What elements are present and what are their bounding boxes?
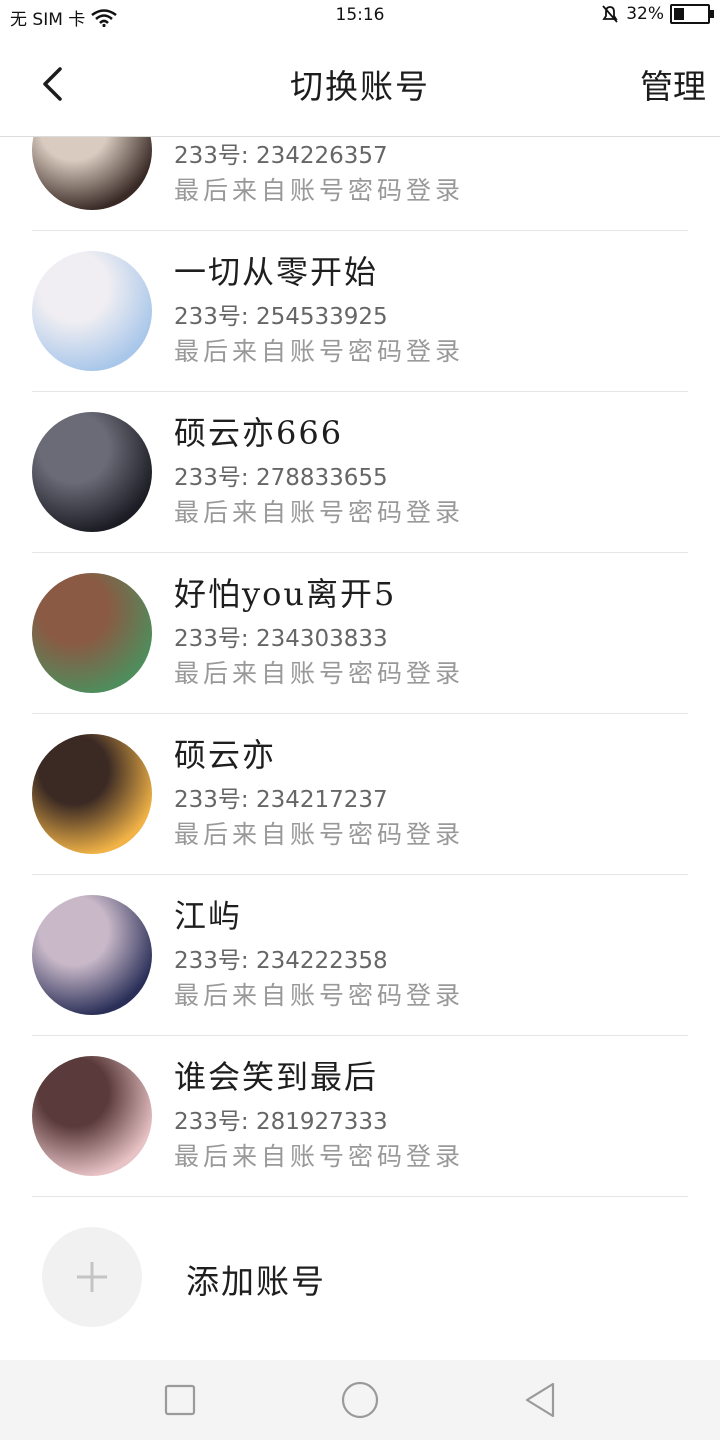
account-id: 233号: 278833655 (174, 465, 388, 491)
recent-apps-button[interactable] (150, 1370, 210, 1430)
account-item[interactable]: 硕云亦666 233号: 278833655 最后来自账号密码登录 (32, 392, 688, 553)
avatar (32, 412, 152, 532)
account-name: 硕云亦 (174, 736, 277, 774)
bell-muted-icon (602, 5, 618, 23)
header: 切换账号 管理 (0, 34, 720, 137)
status-bar: 无 SIM 卡 15:16 32% (0, 0, 720, 34)
avatar (32, 573, 152, 693)
page-title: 切换账号 (290, 67, 430, 106)
account-item[interactable]: 硕云亦 233号: 234217237 最后来自账号密码登录 (32, 714, 688, 875)
login-source: 最后来自账号密码登录 (174, 498, 465, 527)
account-id: 233号: 234217237 (174, 787, 388, 813)
account-name: 硕云亦666 (174, 414, 344, 452)
login-source: 最后来自账号密码登录 (174, 981, 465, 1010)
account-item[interactable]: 江屿 233号: 234222358 最后来自账号密码登录 (32, 875, 688, 1036)
account-id: 233号: 254533925 (174, 304, 388, 330)
battery-fill (674, 8, 685, 20)
account-name: 好怕you离开5 (174, 575, 397, 613)
battery-icon (670, 4, 714, 24)
add-account-button[interactable]: 添加账号 (32, 1197, 688, 1357)
login-source: 最后来自账号密码登录 (174, 1142, 465, 1171)
account-id: 233号: 234303833 (174, 626, 388, 652)
avatar (32, 251, 152, 371)
avatar (32, 895, 152, 1015)
account-name: 一切从零开始 (174, 253, 379, 291)
navigation-bar (0, 1360, 720, 1440)
avatar (32, 137, 152, 210)
home-button[interactable] (330, 1370, 390, 1430)
status-right: 32% (600, 4, 714, 24)
add-circle (42, 1227, 142, 1327)
account-item[interactable]: 233号: 234226357 最后来自账号密码登录 (32, 137, 688, 231)
back-triangle-icon (525, 1382, 555, 1418)
add-account-label: 添加账号 (186, 1262, 326, 1301)
account-item[interactable]: 一切从零开始 233号: 254533925 最后来自账号密码登录 (32, 231, 688, 392)
account-id: 233号: 234226357 (174, 143, 388, 169)
avatar (32, 1056, 152, 1176)
account-list[interactable]: 233号: 234226357 最后来自账号密码登录 一切从零开始 233号: 254… (0, 137, 720, 1360)
login-source: 最后来自账号密码登录 (174, 659, 465, 688)
manage-button[interactable]: 管理 (640, 60, 706, 108)
login-source: 最后来自账号密码登录 (174, 820, 465, 849)
recent-apps-icon (164, 1384, 196, 1416)
account-id: 233号: 281927333 (174, 1109, 388, 1135)
login-source: 最后来自账号密码登录 (174, 176, 465, 205)
account-list-content: 233号: 234226357 最后来自账号密码登录 一切从零开始 233号: 254… (0, 137, 720, 1357)
avatar (32, 734, 152, 854)
battery-percent: 32% (626, 4, 664, 24)
account-item[interactable]: 好怕you离开5 233号: 234303833 最后来自账号密码登录 (32, 553, 688, 714)
account-name: 谁会笑到最后 (174, 1058, 379, 1096)
accounts-container: 233号: 234226357 最后来自账号密码登录 一切从零开始 233号: 254… (0, 137, 720, 1197)
plus-icon (77, 1262, 107, 1292)
home-icon (341, 1381, 379, 1419)
account-name: 江屿 (174, 897, 243, 935)
account-id: 233号: 234222358 (174, 948, 388, 974)
back-nav-button[interactable] (510, 1370, 570, 1430)
account-item[interactable]: 谁会笑到最后 233号: 281927333 最后来自账号密码登录 (32, 1036, 688, 1197)
login-source: 最后来自账号密码登录 (174, 337, 465, 366)
